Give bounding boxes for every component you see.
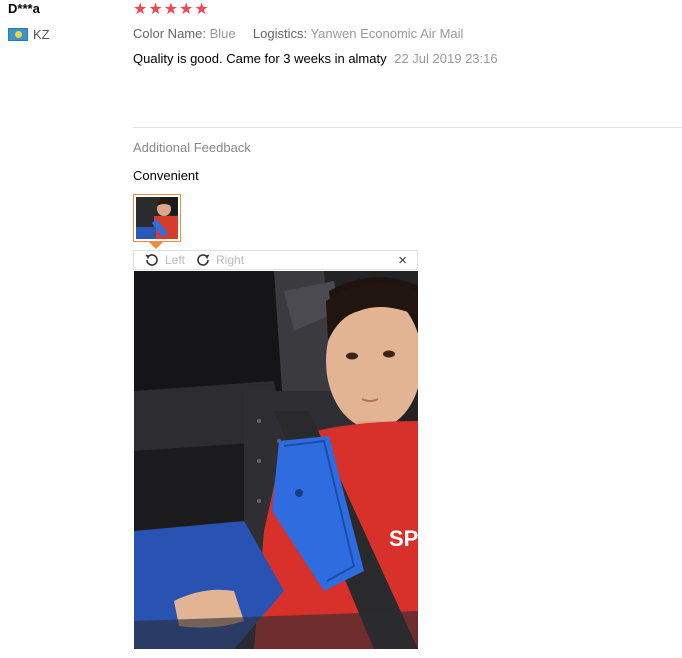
rotate-right-label: Right (216, 253, 245, 267)
rotate-right-icon (197, 254, 210, 266)
additional-feedback-title: Additional Feedback (133, 140, 251, 155)
review-photo: SPI (134, 271, 418, 649)
rotate-right-button[interactable]: Right (195, 252, 244, 268)
reviewer-country: KZ (8, 27, 50, 42)
photo-thumbnail[interactable] (133, 194, 181, 242)
logistics-label: Logistics: (252, 26, 308, 41)
additional-feedback-text: Convenient (133, 168, 199, 183)
review-text: Quality is good. Came for 3 weeks in alm… (133, 51, 498, 66)
svg-text:SPI: SPI (389, 526, 418, 551)
rating-stars: ★★★★★ (133, 1, 210, 18)
logistics-value: Yanwen Economic Air Mail (310, 26, 464, 41)
country-code: KZ (33, 27, 50, 42)
rotate-left-button[interactable]: Left (144, 252, 185, 268)
rotate-left-label: Left (165, 253, 186, 267)
color-label: Color Name: (133, 26, 206, 41)
close-viewer-button[interactable]: × (398, 252, 407, 269)
reviewer-name: D***a (8, 1, 40, 16)
rotate-left-icon (145, 254, 158, 266)
image-viewer-toolbar: Left Right × (133, 250, 418, 270)
thumbnail-pointer (149, 242, 163, 249)
review-body: Quality is good. Came for 3 weeks in alm… (133, 51, 387, 66)
order-meta: Color Name: Blue Logistics: Yanwen Econo… (133, 26, 463, 41)
divider (133, 127, 682, 128)
color-value: Blue (209, 26, 236, 41)
review-date: 22 Jul 2019 23:16 (394, 51, 498, 66)
kazakhstan-flag-icon (8, 28, 28, 41)
